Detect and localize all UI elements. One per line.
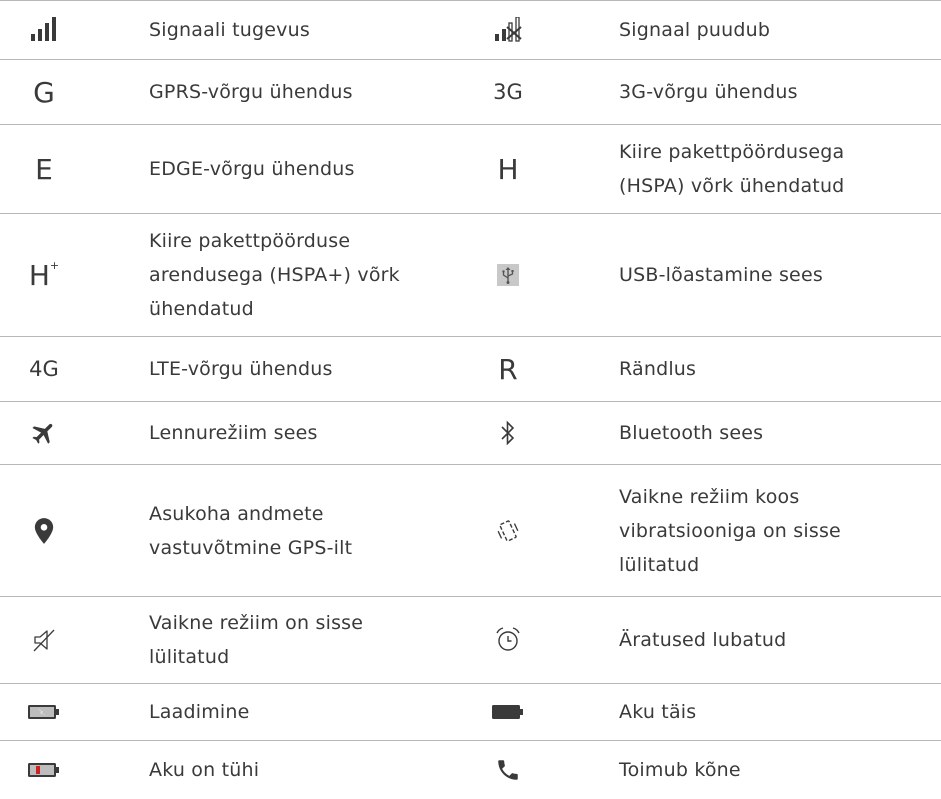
edge-icon: E: [35, 152, 53, 186]
icon-description: Kiire pakettpöördusega (HSPA) võrk ühend…: [619, 141, 845, 197]
status-icon-table: Signaali tugevus Signaal puudub G GPRS-v…: [0, 0, 941, 799]
icon-description: Lennurežiim sees: [149, 422, 318, 444]
table-row: Signaali tugevus Signaal puudub: [0, 0, 941, 60]
icon-description: Vaikne režiim koos vibratsiooniga on sis…: [619, 485, 841, 576]
battery-full-icon: [478, 684, 538, 740]
hspa-plus-icon: H +: [28, 258, 60, 292]
3g-icon: 3G: [493, 80, 523, 104]
icon-description: Aku on tühi: [149, 759, 260, 781]
silent-mode-icon: [14, 597, 74, 683]
4g-icon: 4G: [29, 357, 59, 381]
table-row: Laadimine Aku täis: [0, 684, 941, 741]
no-signal-icon: [478, 1, 538, 59]
icon-description: USB-lõastamine sees: [619, 264, 823, 286]
hspa-icon: H: [497, 152, 519, 186]
usb-tethering-icon: [478, 214, 538, 336]
icon-description: Laadimine: [149, 701, 250, 723]
icon-description: 3G-võrgu ühendus: [619, 81, 798, 103]
gprs-icon: G: [33, 75, 55, 109]
table-row: Lennurežiim sees Bluetooth sees: [0, 402, 941, 465]
table-row: Asukoha andmete vastuvõtmine GPS-ilt Vai…: [0, 465, 941, 597]
icon-description: Aku täis: [619, 701, 697, 723]
icon-description: Signaali tugevus: [149, 19, 310, 41]
icon-description: Rändlus: [619, 358, 697, 380]
location-pin-icon: [14, 465, 74, 596]
battery-charging-icon: [14, 684, 74, 740]
battery-empty-icon: [14, 741, 74, 799]
bluetooth-icon: [478, 402, 538, 464]
airplane-icon: [14, 402, 74, 464]
table-row: Vaikne režiim on sisse lülitatud Äratuse…: [0, 597, 941, 684]
table-row: H + Kiire pakettpöörduse arendusega (HSPA…: [0, 214, 941, 337]
icon-description: Asukoha andmete vastuvõtmine GPS-ilt: [149, 502, 353, 559]
icon-description: LTE-võrgu ühendus: [149, 358, 333, 380]
phone-call-icon: [478, 741, 538, 799]
table-row: E EDGE-võrgu ühendus H Kiire pakettpöörd…: [0, 125, 941, 214]
icon-description: Bluetooth sees: [619, 422, 764, 444]
vibrate-icon: [478, 465, 538, 596]
icon-description: EDGE-võrgu ühendus: [149, 158, 355, 180]
alarm-clock-icon: [478, 597, 538, 683]
icon-description: Kiire pakettpöörduse arendusega (HSPA+) …: [149, 230, 400, 320]
roaming-icon: R: [498, 352, 518, 386]
signal-strength-icon: [14, 1, 74, 59]
icon-description: Signaal puudub: [619, 19, 771, 41]
icon-description: Äratused lubatud: [619, 629, 787, 651]
icon-description: Toimub kõne: [619, 759, 741, 781]
table-row: 4G LTE-võrgu ühendus R Rändlus: [0, 337, 941, 402]
table-row: G GPRS-võrgu ühendus 3G 3G-võrgu ühendus: [0, 60, 941, 125]
icon-description: Vaikne režiim on sisse lülitatud: [149, 612, 364, 668]
icon-description: GPRS-võrgu ühendus: [149, 81, 353, 103]
table-row: Aku on tühi Toimub kõne: [0, 741, 941, 799]
